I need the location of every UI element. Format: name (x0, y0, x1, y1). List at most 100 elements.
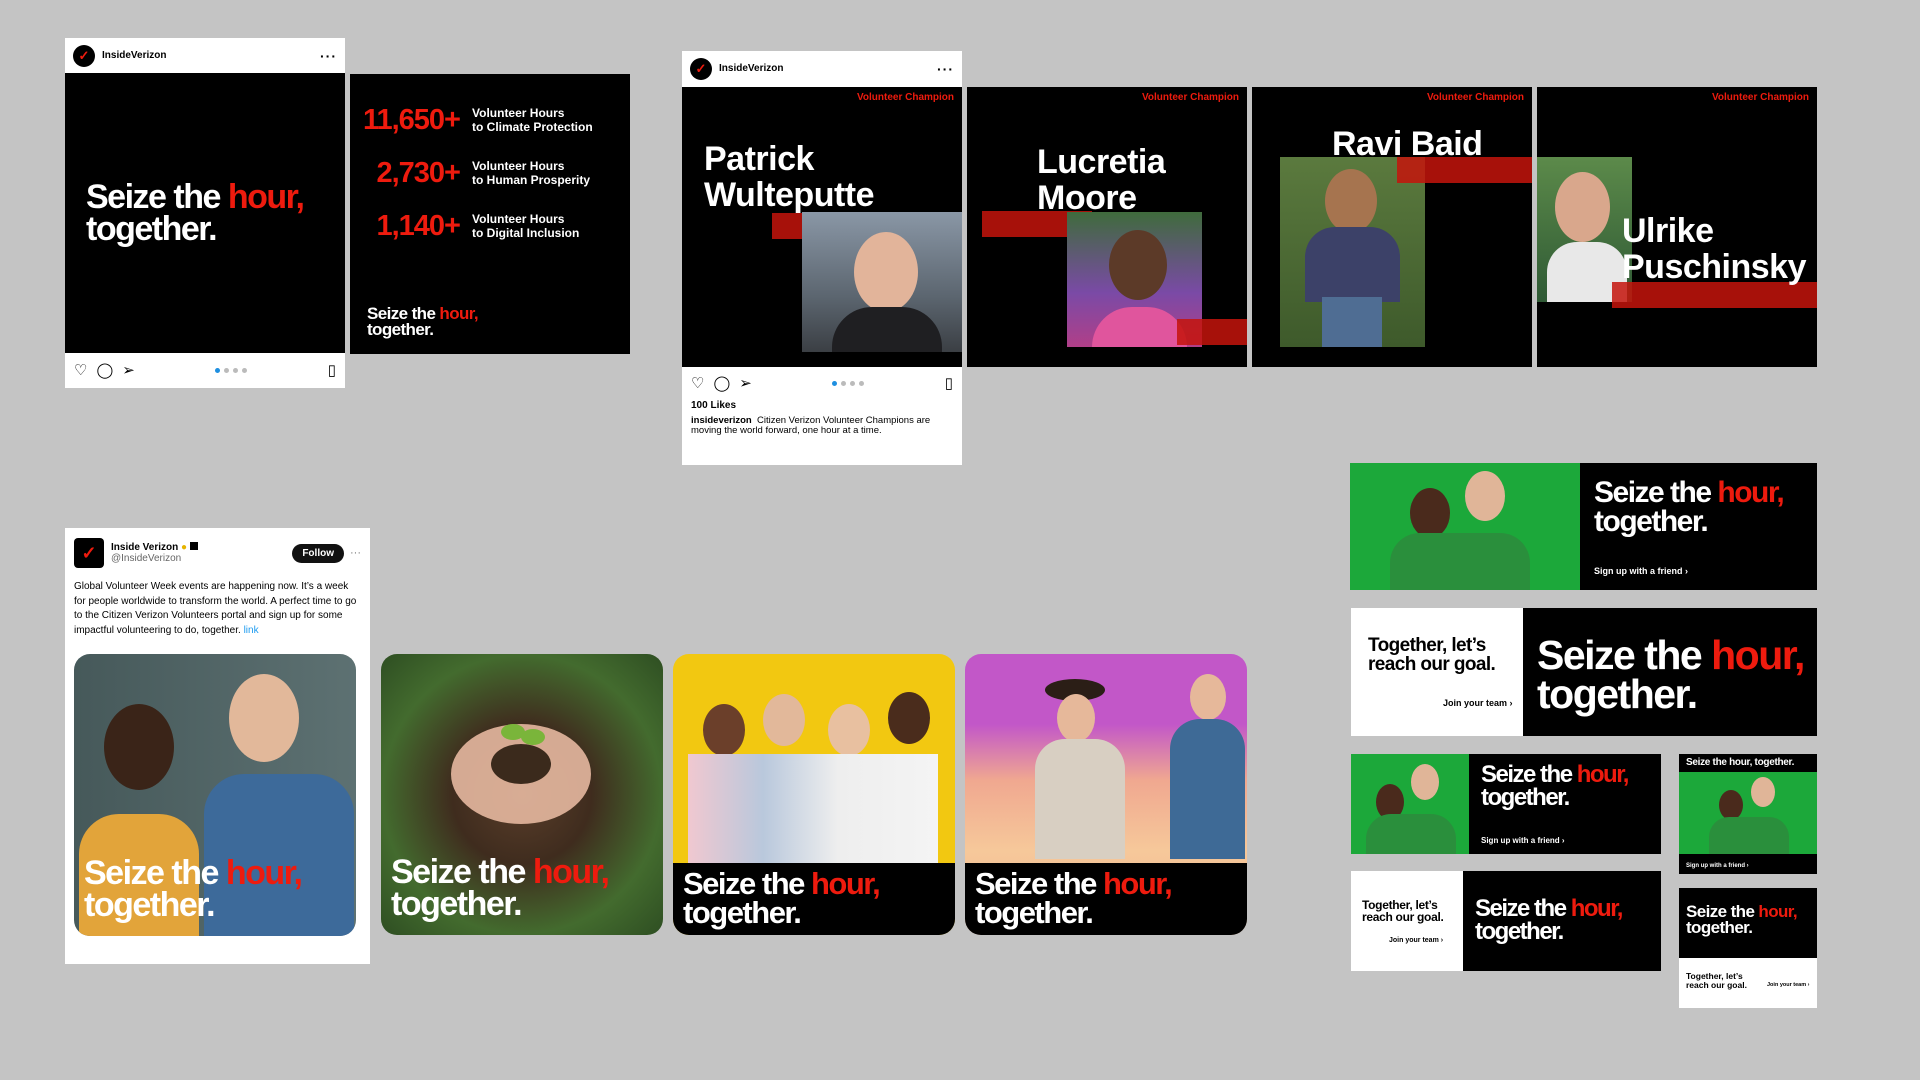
stat-value: 2,730+ (376, 157, 461, 189)
headline-text-2: together. (683, 895, 802, 931)
headline-accent: hour, (1103, 866, 1173, 901)
post-actions: ♡ ◯ ➢ ▯ (682, 366, 962, 400)
headline-accent: hour, (532, 853, 610, 891)
banner-goal: Together, let’s reach our goal. Join you… (1351, 871, 1463, 971)
champion-photo (802, 212, 962, 352)
last-name: Wulteputte (704, 175, 875, 214)
tweet-handle[interactable]: @InsideVerizon (111, 553, 198, 565)
post-header: ✓ InsideVerizon ··· (65, 38, 345, 73)
account-name[interactable]: InsideVerizon (719, 63, 783, 74)
share-icon[interactable]: ➢ (122, 361, 135, 379)
follow-button[interactable]: Follow (292, 543, 344, 563)
verified-badge-icon: ● (181, 541, 188, 553)
champion-slide-1: Volunteer Champion Patrick Wulteputte (682, 87, 962, 367)
verizon-logo[interactable]: ✓ (73, 44, 95, 67)
tweet-link[interactable]: link (244, 625, 259, 636)
banner-team-medium[interactable]: Together, let’s reach our goal. Join you… (1351, 871, 1661, 971)
likes-count[interactable]: 100 Likes (691, 400, 953, 411)
banner-photo (1350, 463, 1580, 590)
share-icon[interactable]: ➢ (739, 374, 752, 392)
cta-link[interactable]: Join your team › (1443, 698, 1513, 708)
cta-text: Sign up with a friend (1481, 836, 1560, 845)
banner-friend-square[interactable]: Seize the hour, together. Sign up with a… (1679, 754, 1817, 874)
stat-row: 11,650+ Volunteer Hours to Climate Protec… (350, 94, 630, 147)
banner-copy: Seize the hour, together. Sign up with a… (1580, 463, 1817, 590)
headline-text-2: together. (1475, 917, 1564, 945)
banner-copy: Seize the hour, together. Sign up with a… (1469, 754, 1661, 854)
verizon-logo[interactable]: ✓ (74, 538, 104, 568)
caption-user[interactable]: insideverizon (691, 415, 752, 426)
headline-accent: hour, (1758, 902, 1797, 921)
social-card-friends[interactable]: Seize the hour, together. (673, 654, 955, 935)
comment-icon[interactable]: ◯ (96, 361, 113, 379)
stat-label: Volunteer Hours (472, 159, 565, 174)
volunteer-champion-tag: Volunteer Champion (1711, 92, 1809, 103)
org-badge-icon (189, 541, 198, 550)
volunteer-champion-tag: Volunteer Champion (1141, 92, 1239, 103)
banner-headline: Seize the hour, together. (1686, 902, 1798, 938)
first-name: Patrick (704, 140, 814, 178)
social-card-seedlings[interactable]: Seize the hour, together. (381, 654, 663, 935)
ellipsis-icon[interactable]: ··· (350, 547, 361, 559)
champion-name: Lucretia Moore (1037, 144, 1166, 217)
banner-team-square[interactable]: Seize the hour, together. Together, let’… (1679, 888, 1817, 1008)
card-headline: Seize the hour, together. (391, 853, 610, 924)
comment-icon[interactable]: ◯ (713, 374, 730, 392)
account-name[interactable]: InsideVerizon (102, 50, 166, 61)
tweet-header: ✓ Inside Verizon ● @InsideVerizon Follow… (74, 538, 361, 568)
tagline-text-2: together. (367, 320, 434, 340)
chevron-right-icon: › (1685, 566, 1689, 576)
cta-link[interactable]: Join your team › (1389, 937, 1443, 944)
social-card-mural[interactable]: Seize the hour, together. (965, 654, 1247, 935)
ellipsis-icon[interactable]: ··· (937, 61, 954, 77)
cta-text: Join your team (1767, 982, 1807, 988)
red-accent-block (1612, 282, 1817, 308)
banner-headline: Seize the hour, together. (1594, 478, 1785, 537)
headline-text-2: together. (391, 885, 523, 924)
banner-photo (1679, 772, 1817, 854)
banner-friend-medium[interactable]: Seize the hour, together. Sign up with a… (1351, 754, 1661, 854)
tweet-display-name[interactable]: Inside Verizon (111, 542, 178, 553)
stat-value: 11,650+ (362, 104, 461, 136)
banner-copy: Seize the hour, together. (1463, 871, 1661, 971)
champion-name: Ulrike Puschinsky (1622, 212, 1806, 285)
banner-headline: Seize the hour, together. (1537, 635, 1805, 715)
banner-team-large[interactable]: Together, let’s reach our goal. Join you… (1351, 608, 1817, 736)
heart-icon[interactable]: ♡ (691, 374, 704, 392)
carousel-dots[interactable] (832, 380, 865, 386)
stat-row: 1,140+ Volunteer Hours to Digital Inclusi… (350, 200, 630, 253)
headline-accent: hour, (1570, 895, 1624, 922)
chevron-right-icon: › (1509, 698, 1513, 708)
cta-link[interactable]: Sign up with a friend › (1594, 566, 1688, 576)
stat-label-2: to Digital Inclusion (472, 225, 580, 240)
carousel-dots[interactable] (215, 367, 248, 373)
card-headline: Seize the hour, together. (683, 868, 881, 931)
banner-headline: Seize the hour, together. (1481, 763, 1629, 811)
tweet-image[interactable]: Seize the hour, together. (74, 654, 356, 936)
stat-label-2: to Climate Protection (472, 119, 593, 134)
first-name: Ulrike (1622, 212, 1714, 250)
headline-text-2: together. (1686, 918, 1753, 938)
bookmark-icon[interactable]: ▯ (945, 374, 953, 392)
stat-label: Volunteer Hours (472, 106, 565, 121)
stat-value: 1,140+ (376, 210, 461, 242)
bookmark-icon[interactable]: ▯ (328, 361, 336, 379)
heart-icon[interactable]: ♡ (74, 361, 87, 379)
last-name: Moore (1037, 178, 1137, 217)
cta-link[interactable]: Join your team › (1767, 982, 1810, 988)
cta-link[interactable]: Sign up with a friend › (1686, 863, 1749, 869)
verizon-logo[interactable]: ✓ (690, 57, 712, 80)
chevron-right-icon: › (1807, 982, 1810, 988)
banner-inline-headline: Seize the hour, together. (1686, 757, 1795, 768)
banner-goal: Together, let’s reach our goal. Join you… (1351, 608, 1523, 736)
post-caption: insideverizon Citizen Verizon Volunteer … (691, 415, 953, 437)
banner-friend-large[interactable]: Seize the hour, together. Sign up with a… (1350, 463, 1817, 590)
headline-text-2: together. (1481, 783, 1570, 811)
volunteer-champion-tag: Volunteer Champion (856, 92, 954, 103)
ellipsis-icon[interactable]: ··· (320, 48, 337, 64)
chevron-right-icon: › (1440, 937, 1444, 944)
card-headline: Seize the hour, together. (975, 866, 1173, 931)
cta-link[interactable]: Sign up with a friend › (1481, 836, 1565, 845)
champion-slide-2: Volunteer Champion Lucretia Moore (967, 87, 1247, 367)
headline-text-2: together. (975, 895, 1094, 931)
